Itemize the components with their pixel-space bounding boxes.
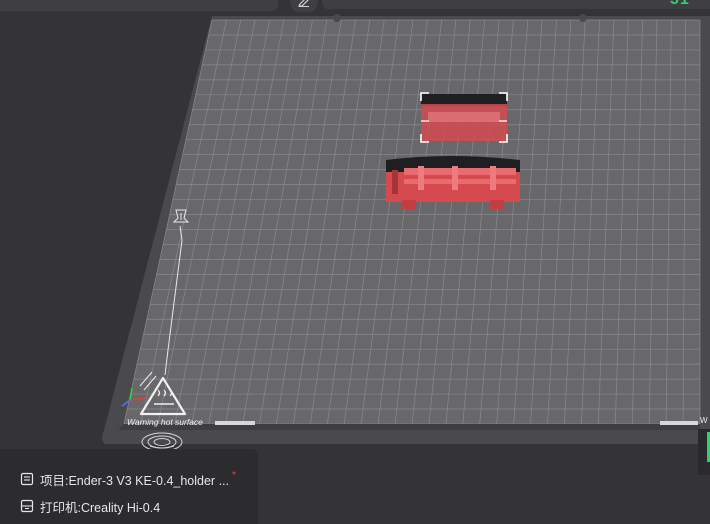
front-edge-marker-right [660, 421, 698, 425]
printer-label: 打印机:Creality Hi-0.4 [40, 500, 161, 515]
3d-viewport[interactable]: 31 [0, 0, 710, 524]
plate-front-edge [118, 424, 700, 430]
printer-info[interactable]: 打印机:Creality Hi-0.4 [20, 497, 160, 515]
plate-notch [579, 14, 587, 22]
model-object-1[interactable] [420, 92, 508, 143]
build-plate[interactable] [0, 0, 710, 524]
model-object-2[interactable] [386, 156, 520, 209]
project-info[interactable]: 项目:Ender-3 V3 KE-0.4_holder ... * [20, 470, 236, 488]
warning-hot-surface-label: Warning hot surface [127, 417, 203, 427]
plate-surface [124, 20, 700, 424]
front-edge-marker-left [215, 421, 255, 425]
bed-edge-letter: W [700, 416, 708, 425]
project-label: 项目:Ender-3 V3 KE-0.4_holder ... [40, 473, 229, 488]
modified-indicator: * [231, 469, 236, 481]
printer-icon [20, 499, 34, 513]
document-icon [20, 472, 34, 486]
plate-notch [333, 14, 341, 22]
